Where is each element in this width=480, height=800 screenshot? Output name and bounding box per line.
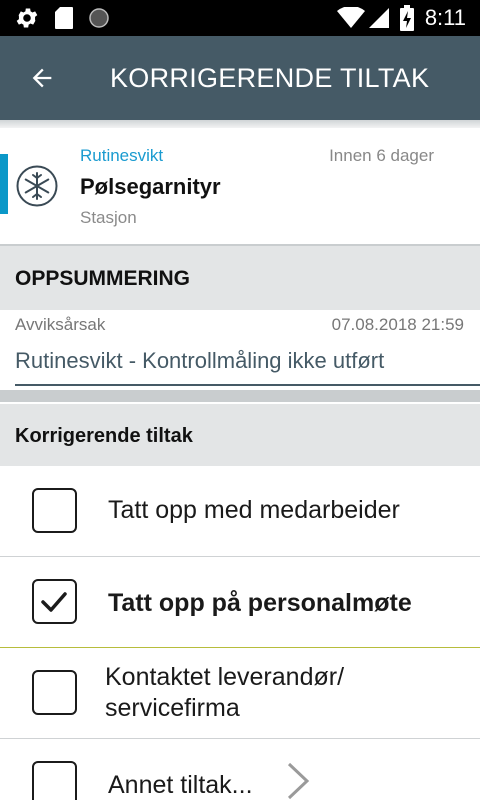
reason-label: Avviksårsak [15,315,106,334]
option-label: Tatt opp på personalmøte [108,589,412,617]
settings-icon [12,0,42,36]
arrow-back-icon[interactable] [22,58,62,98]
option-label: Annet tiltak... [108,771,253,799]
status-time: 8:11 [424,5,466,30]
summary-body: Avviksårsak 07.08.2018 21:59 Rutinesvikt… [0,310,480,390]
actions-heading: Korrigerende tiltak [0,404,480,466]
reason-date: 07.08.2018 21:59 [331,315,464,334]
option-leverandor[interactable]: Kontaktet leverandør/ servicefirma [0,648,480,739]
checkbox[interactable] [32,670,77,715]
task-category: Rutinesvikt [80,146,164,165]
option-label: Kontaktet leverandør/ servicefirma [105,663,345,722]
summary-heading: OPPSUMMERING [0,246,480,310]
checkbox[interactable] [32,488,77,533]
option-personalmote[interactable]: Tatt opp på personalmøte [0,557,480,648]
signal-icon [366,0,392,36]
wifi-icon [336,0,366,36]
page-title: KORRIGERENDE TILTAK [110,63,430,93]
task-card[interactable]: Rutinesvikt Innen 6 dager Pølsegarnityr … [0,128,480,244]
task-name: Pølsegarnityr [80,174,221,199]
option-label: Tatt opp med medarbeider [108,496,400,524]
app-bar: KORRIGERENDE TILTAK [0,36,480,120]
checkbox-checked[interactable] [32,579,77,624]
option-medarbeider[interactable]: Tatt opp med medarbeider [0,466,480,557]
snowflake-icon [15,164,59,213]
circle-icon [86,0,112,36]
task-accent-bar [0,154,8,214]
section-gap [0,390,480,404]
checkbox[interactable] [32,761,77,800]
status-bar: 8:11 [0,0,480,36]
chevron-right-icon[interactable] [285,761,311,800]
task-due: Innen 6 dager [329,146,434,165]
task-location: Stasjon [80,208,137,227]
sd-card-icon [52,0,76,36]
reason-underline [15,384,480,386]
reason-value: Rutinesvikt - Kontrollmåling ikke utført [15,348,385,373]
app-bar-shadow [0,120,480,128]
checkmark-icon [41,592,67,612]
battery-charging-icon [398,0,416,36]
option-annet[interactable]: Annet tiltak... [0,739,480,800]
